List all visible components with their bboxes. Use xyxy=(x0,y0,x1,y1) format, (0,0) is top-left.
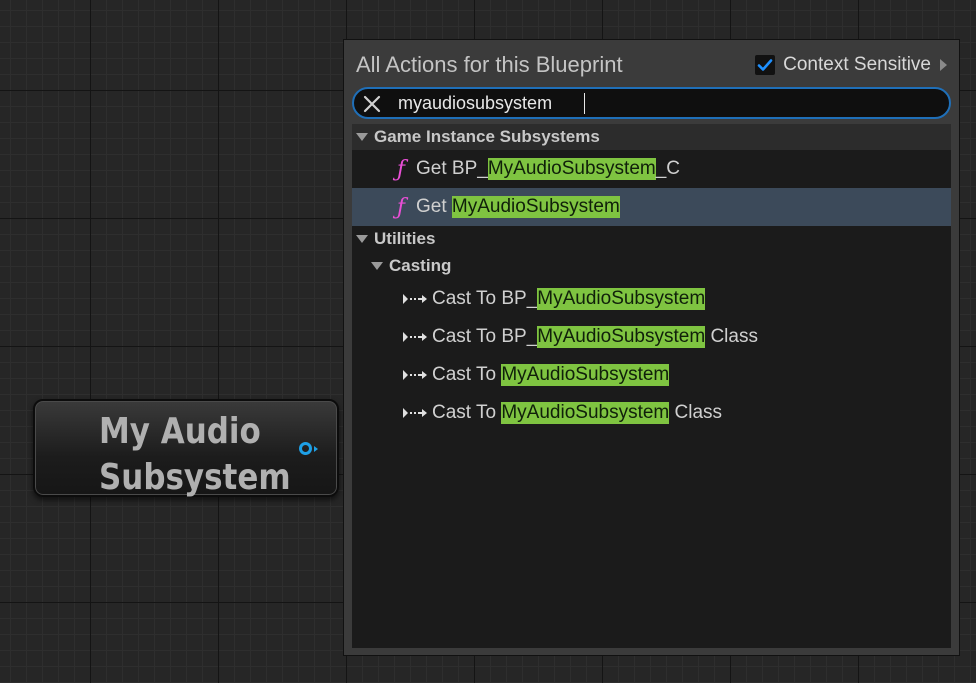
output-pin-icon[interactable] xyxy=(299,442,312,455)
cast-exec-icon xyxy=(403,332,427,342)
action-cast-to-myaudiosubsystem-class[interactable]: Cast To MyAudioSubsystem Class xyxy=(352,394,951,432)
function-icon: ƒ xyxy=(396,194,406,220)
search-match: MyAudioSubsystem xyxy=(501,364,670,386)
cast-exec-icon xyxy=(403,370,427,380)
function-icon: ƒ xyxy=(396,156,406,182)
search-input[interactable] xyxy=(398,89,928,117)
expand-arrow-icon[interactable] xyxy=(940,59,947,71)
action-label-pre: Get xyxy=(416,196,452,217)
text-caret xyxy=(584,93,585,114)
node-title: My Audio Subsystem xyxy=(99,411,291,498)
action-get-bp-myaudiosubsystem-c[interactable]: ƒ Get BP_ MyAudioSubsystem _C xyxy=(352,150,951,188)
cast-exec-icon xyxy=(403,408,427,418)
menu-title: All Actions for this Blueprint xyxy=(356,52,623,77)
search-box[interactable] xyxy=(352,87,951,119)
search-match: MyAudioSubsystem xyxy=(487,158,656,180)
category-label: Game Instance Subsystems xyxy=(374,127,600,146)
subcategory-label: Casting xyxy=(389,256,452,275)
action-menu: All Actions for this Blueprint Context S… xyxy=(343,39,960,656)
category-game-instance-subsystems[interactable]: Game Instance Subsystems xyxy=(352,124,951,150)
action-label-pre: Cast To xyxy=(432,402,502,423)
action-label-post: _C xyxy=(655,158,681,179)
action-label-post: Class xyxy=(669,402,723,423)
action-label-pre: Get BP_ xyxy=(416,158,488,179)
collapse-arrow-icon[interactable] xyxy=(356,133,368,141)
context-sensitive-label: Context Sensitive xyxy=(783,54,931,75)
context-sensitive-checkbox[interactable] xyxy=(755,55,776,75)
collapse-arrow-icon[interactable] xyxy=(371,262,383,270)
clear-icon[interactable] xyxy=(362,94,382,114)
cast-exec-icon xyxy=(403,294,427,304)
my-audio-subsystem-node[interactable]: My Audio Subsystem xyxy=(33,399,339,498)
action-tree: Game Instance Subsystems ƒ Get BP_ MyAudi… xyxy=(352,124,951,648)
search-match: MyAudioSubsystem xyxy=(451,196,620,218)
collapse-arrow-icon[interactable] xyxy=(356,235,368,243)
action-cast-to-bp-myaudiosubsystem-class[interactable]: Cast To BP_ MyAudioSubsystem Class xyxy=(352,318,951,356)
context-sensitive-toggle[interactable]: Context Sensitive xyxy=(755,53,947,77)
action-label-pre: Cast To BP_ xyxy=(432,288,538,309)
subcategory-casting[interactable]: Casting xyxy=(352,253,951,279)
search-match: MyAudioSubsystem xyxy=(501,402,670,424)
action-label-post: Class xyxy=(705,326,758,347)
action-label-pre: Cast To BP_ xyxy=(432,326,538,347)
pin-arrow-icon xyxy=(314,446,318,452)
action-cast-to-myaudiosubsystem[interactable]: Cast To MyAudioSubsystem xyxy=(352,356,951,394)
search-match: MyAudioSubsystem xyxy=(537,288,706,310)
search-match: MyAudioSubsystem xyxy=(537,326,706,348)
category-label: Utilities xyxy=(374,229,436,248)
action-cast-to-bp-myaudiosubsystem[interactable]: Cast To BP_ MyAudioSubsystem xyxy=(352,280,951,318)
checkmark-icon xyxy=(757,59,773,71)
action-get-myaudiosubsystem[interactable]: ƒ Get MyAudioSubsystem xyxy=(352,188,951,226)
category-utilities[interactable]: Utilities xyxy=(352,226,951,252)
action-label-pre: Cast To xyxy=(432,364,502,385)
